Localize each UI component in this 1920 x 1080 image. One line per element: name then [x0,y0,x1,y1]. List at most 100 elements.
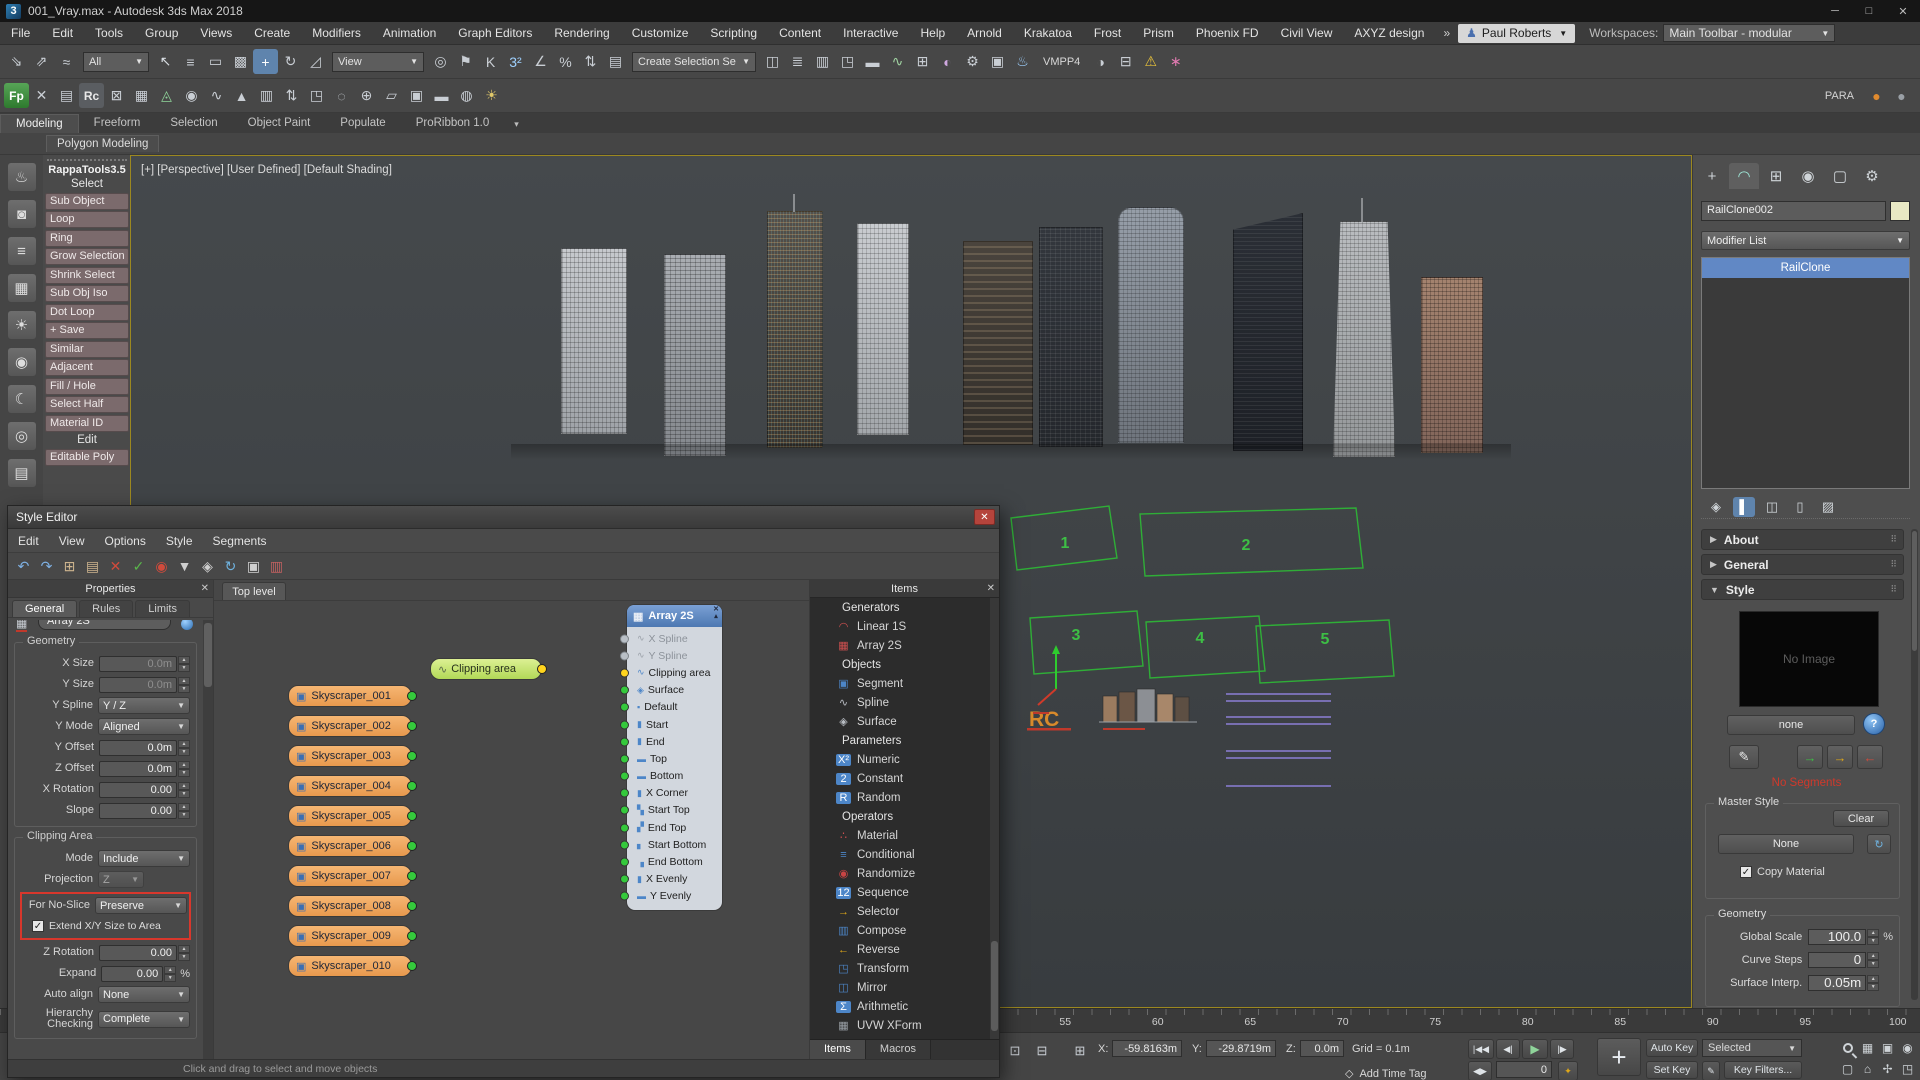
y-coordinate-field[interactable] [1206,1040,1276,1057]
array-input-slot[interactable]: ◈ Surface [627,682,722,699]
projection-dropdown[interactable]: Z▼ [98,871,144,888]
segment-node[interactable]: ▣ Skyscraper_005 [288,805,412,827]
array-input-slot[interactable]: ▮ X Evenly [627,871,722,888]
menu-item[interactable]: Scripting [699,22,768,45]
filter-icon[interactable]: ▼ [173,555,196,577]
modifier-list-dropdown[interactable]: Modifier List ▼ [1701,231,1910,250]
clear-master-button[interactable]: Clear [1833,810,1889,827]
array-input-slot[interactable]: ▪ Default [627,699,722,716]
ribbon-tab[interactable]: Object Paint [233,114,326,133]
maximize-viewport-icon[interactable]: ◳ [1898,1059,1917,1078]
modifier-stack-item[interactable]: RailClone [1702,258,1909,278]
railclone-icon[interactable]: Rc [79,83,104,108]
pin-stack-icon[interactable]: ◈ [1705,497,1727,517]
sun-icon[interactable]: ☀ [479,83,504,108]
record-icon[interactable]: ◉ [150,555,173,577]
menu-item[interactable]: Modifiers [301,22,372,45]
menu-item[interactable]: Group [134,22,189,45]
plus-circle-icon[interactable]: ⊕ [354,83,379,108]
wave-icon[interactable]: ∿ [204,83,229,108]
spinner[interactable]: ▲▼ [1867,952,1879,968]
input-dot[interactable] [620,634,629,643]
items-tab[interactable]: Macros [866,1040,931,1059]
items-tree-row[interactable]: Σ Arithmetic [810,997,990,1016]
z-offset-field[interactable] [99,761,177,777]
select-rotate-icon[interactable]: ↻ [278,49,303,74]
zoom-extents-icon[interactable]: ▣ [1878,1038,1897,1057]
menu-item[interactable]: Graph Editors [447,22,543,45]
cross-grid-icon[interactable]: ⊠ [104,83,129,108]
rappatools-button[interactable]: Edit [43,433,131,447]
array-input-slot[interactable]: ▬ Bottom [627,768,722,785]
snap-toggle-3d-icon[interactable]: 3² [503,49,528,74]
input-dot[interactable] [620,737,629,746]
ribbon-tab[interactable]: Populate [325,114,400,133]
render-window-icon[interactable]: ◙ [7,199,37,229]
slope-field[interactable] [99,803,177,819]
y-size-field[interactable] [99,677,177,693]
library-icon[interactable]: ▥ [265,555,288,577]
peak-icon[interactable]: ▲ [229,83,254,108]
state-sets-icon[interactable]: ◑ [1088,49,1113,74]
plane-icon[interactable]: ▱ [379,83,404,108]
camera-icon[interactable]: ◉ [7,347,37,377]
disc-icon[interactable]: ◍ [454,83,479,108]
modify-tab-icon[interactable]: ◠ [1729,163,1759,189]
array-input-slot[interactable]: ▬ Y Evenly [627,888,722,905]
rappatools-button[interactable]: Material ID [45,415,129,432]
spreadsheet-icon[interactable]: ▤ [54,83,79,108]
style-editor-menu-item[interactable]: Style [156,534,203,548]
rappatools-button[interactable]: Similar [45,341,129,358]
current-frame-field[interactable] [1496,1061,1552,1078]
items-tree-row[interactable]: ← Reverse [810,940,990,959]
use-pivot-center-icon[interactable]: ◎ [428,49,453,74]
menu-item[interactable]: Edit [41,22,84,45]
menu-overflow-icon[interactable]: » [1435,26,1458,40]
scene-explorer-icon[interactable]: ◳ [835,49,860,74]
rappatools-button[interactable]: Fill / Hole [45,378,129,395]
items-tree-row[interactable]: R Random [810,788,990,807]
menu-item[interactable]: Tools [84,22,134,45]
node-graph-canvas[interactable]: Top level ▣ Skyscraper_001 ▣ Skyscraper_… [214,580,809,1059]
output-dot[interactable] [407,811,417,821]
close-icon[interactable]: ✕ [201,583,209,594]
items-tree-row[interactable]: ▦ Array 2S [810,636,990,655]
undo-icon[interactable]: ↶ [12,555,35,577]
layer-manager-icon[interactable]: ▥ [810,49,835,74]
input-dot[interactable] [620,840,629,849]
redo-icon[interactable]: ↷ [35,555,58,577]
region-zoom-icon[interactable]: ▢ [1838,1059,1857,1078]
listener-icon[interactable]: ≡ [7,236,37,266]
items-tree-row[interactable]: → Selector [810,902,990,921]
prev-frame-button[interactable]: ◀| [1496,1039,1520,1059]
ribbon-tab[interactable]: Modeling [0,114,79,133]
expand-field[interactable] [101,966,163,982]
input-dot[interactable] [620,892,629,901]
input-dot[interactable] [620,686,629,695]
output-dot[interactable] [407,751,417,761]
items-tree-row[interactable]: Generators [810,598,990,617]
select-scale-icon[interactable]: ◿ [303,49,328,74]
curve-editor-icon[interactable]: ∿ [885,49,910,74]
refresh-icon[interactable]: ↻ [219,555,242,577]
video-post-icon[interactable]: ◎ [7,421,37,451]
menu-item[interactable]: Create [243,22,301,45]
array-input-slot[interactable]: ▮ Start [627,716,722,733]
reference-coordinate-combo[interactable]: View▼ [332,52,424,72]
items-scrollbar[interactable] [990,598,999,1039]
updown-icon[interactable]: ⇅ [279,83,304,108]
maximize-button[interactable]: □ [1852,0,1886,22]
output-dot[interactable] [407,931,417,941]
input-dot[interactable] [620,823,629,832]
spinner[interactable]: ▲▼ [178,761,190,777]
array-input-slot[interactable]: ▬ Top [627,750,722,767]
items-tree-row[interactable]: ◳ Transform [810,959,990,978]
menu-item[interactable]: File [0,22,41,45]
teapot-icon[interactable]: ♨ [7,162,37,192]
walk-icon[interactable]: ⌂ [1858,1059,1877,1078]
validate-icon[interactable]: ✓ [127,555,150,577]
table-icon[interactable]: ▦ [129,83,154,108]
pin-icon[interactable]: ◈ [196,555,219,577]
items-tree-row[interactable]: 12 Sequence [810,883,990,902]
rappatools-button[interactable]: Select [43,177,131,191]
